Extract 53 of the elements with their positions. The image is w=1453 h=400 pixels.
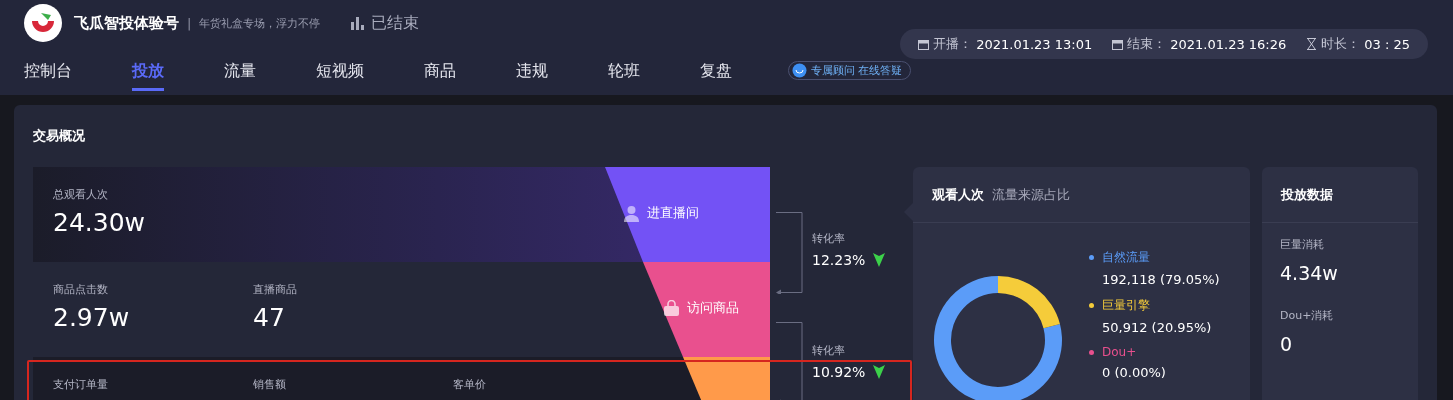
chat-icon (792, 63, 807, 78)
legend-value: 50,912 (20.95%) (1102, 320, 1213, 335)
card-title: 投放数据 (1281, 185, 1333, 204)
metric-label: 商品点击数 (53, 282, 109, 297)
rate-value: 12.23% (812, 252, 866, 268)
metric-value: 47 (253, 303, 286, 332)
legend-label: 巨量引擎 (1102, 297, 1150, 314)
spend-value: 4.34w (1280, 262, 1339, 284)
nav-tab[interactable]: 复盘 (700, 58, 732, 91)
spend-value: 0 (1280, 333, 1294, 355)
time-info: 开播： 2021.01.23 13:01 (918, 35, 1093, 53)
nav-tab[interactable]: 控制台 (24, 58, 72, 91)
card-title: 观看人次 (932, 185, 984, 204)
nav-tab[interactable]: 短视频 (316, 58, 364, 91)
spend-label: Dou+消耗 (1280, 308, 1335, 323)
account-name: 飞瓜智投体验号 (74, 13, 179, 33)
nav-tab[interactable]: 流量 (224, 58, 256, 91)
calendar-icon (1112, 38, 1124, 50)
status-text: 已结束 (371, 12, 420, 34)
legend-label: 自然流量 (1102, 249, 1150, 266)
rate-value: 10.92% (812, 364, 866, 380)
down-arrow-icon (873, 365, 886, 379)
rate-label: 转化率 (812, 343, 846, 358)
hourglass-icon (1306, 38, 1318, 50)
metric-value: 2.97w (53, 303, 131, 332)
nav-tab[interactable]: 违规 (516, 58, 548, 91)
calendar-icon (918, 38, 930, 50)
time-info: 结束： 2021.01.23 16:26 (1112, 35, 1287, 53)
time-info: 时长： 03 : 25 (1306, 35, 1410, 53)
card-subtitle: 流量来源占比 (992, 185, 1070, 204)
stage-label: 进直播间 (623, 204, 699, 222)
legend-value: 0 (0.00%) (1102, 365, 1167, 380)
bar-chart-icon (350, 16, 365, 30)
nav-tab[interactable]: 轮班 (608, 58, 640, 91)
metric-label: 直播商品 (253, 282, 298, 297)
spend-label: 巨量消耗 (1280, 237, 1325, 252)
legend-value: 192,118 (79.05%) (1102, 272, 1220, 287)
metric-label: 支付订单量 (53, 377, 109, 392)
subtitle: 年货礼盒专场，浮力不停 (199, 15, 321, 31)
stage-label: 访问商品 (663, 299, 739, 317)
metric-value: 24.30w (53, 208, 147, 237)
separator: | (187, 15, 192, 31)
logo-icon (24, 4, 62, 42)
nav-tab[interactable]: 商品 (424, 58, 456, 91)
metric-label: 销售额 (253, 377, 287, 392)
bag-icon (663, 299, 680, 317)
person-icon (623, 204, 640, 222)
panel-title: 交易概况 (33, 127, 86, 145)
down-arrow-icon (873, 253, 886, 267)
rate-label: 转化率 (812, 231, 846, 246)
metric-label: 总观看人次 (53, 187, 109, 202)
legend-label: Dou+ (1102, 345, 1137, 359)
metric-label: 客单价 (453, 377, 487, 392)
